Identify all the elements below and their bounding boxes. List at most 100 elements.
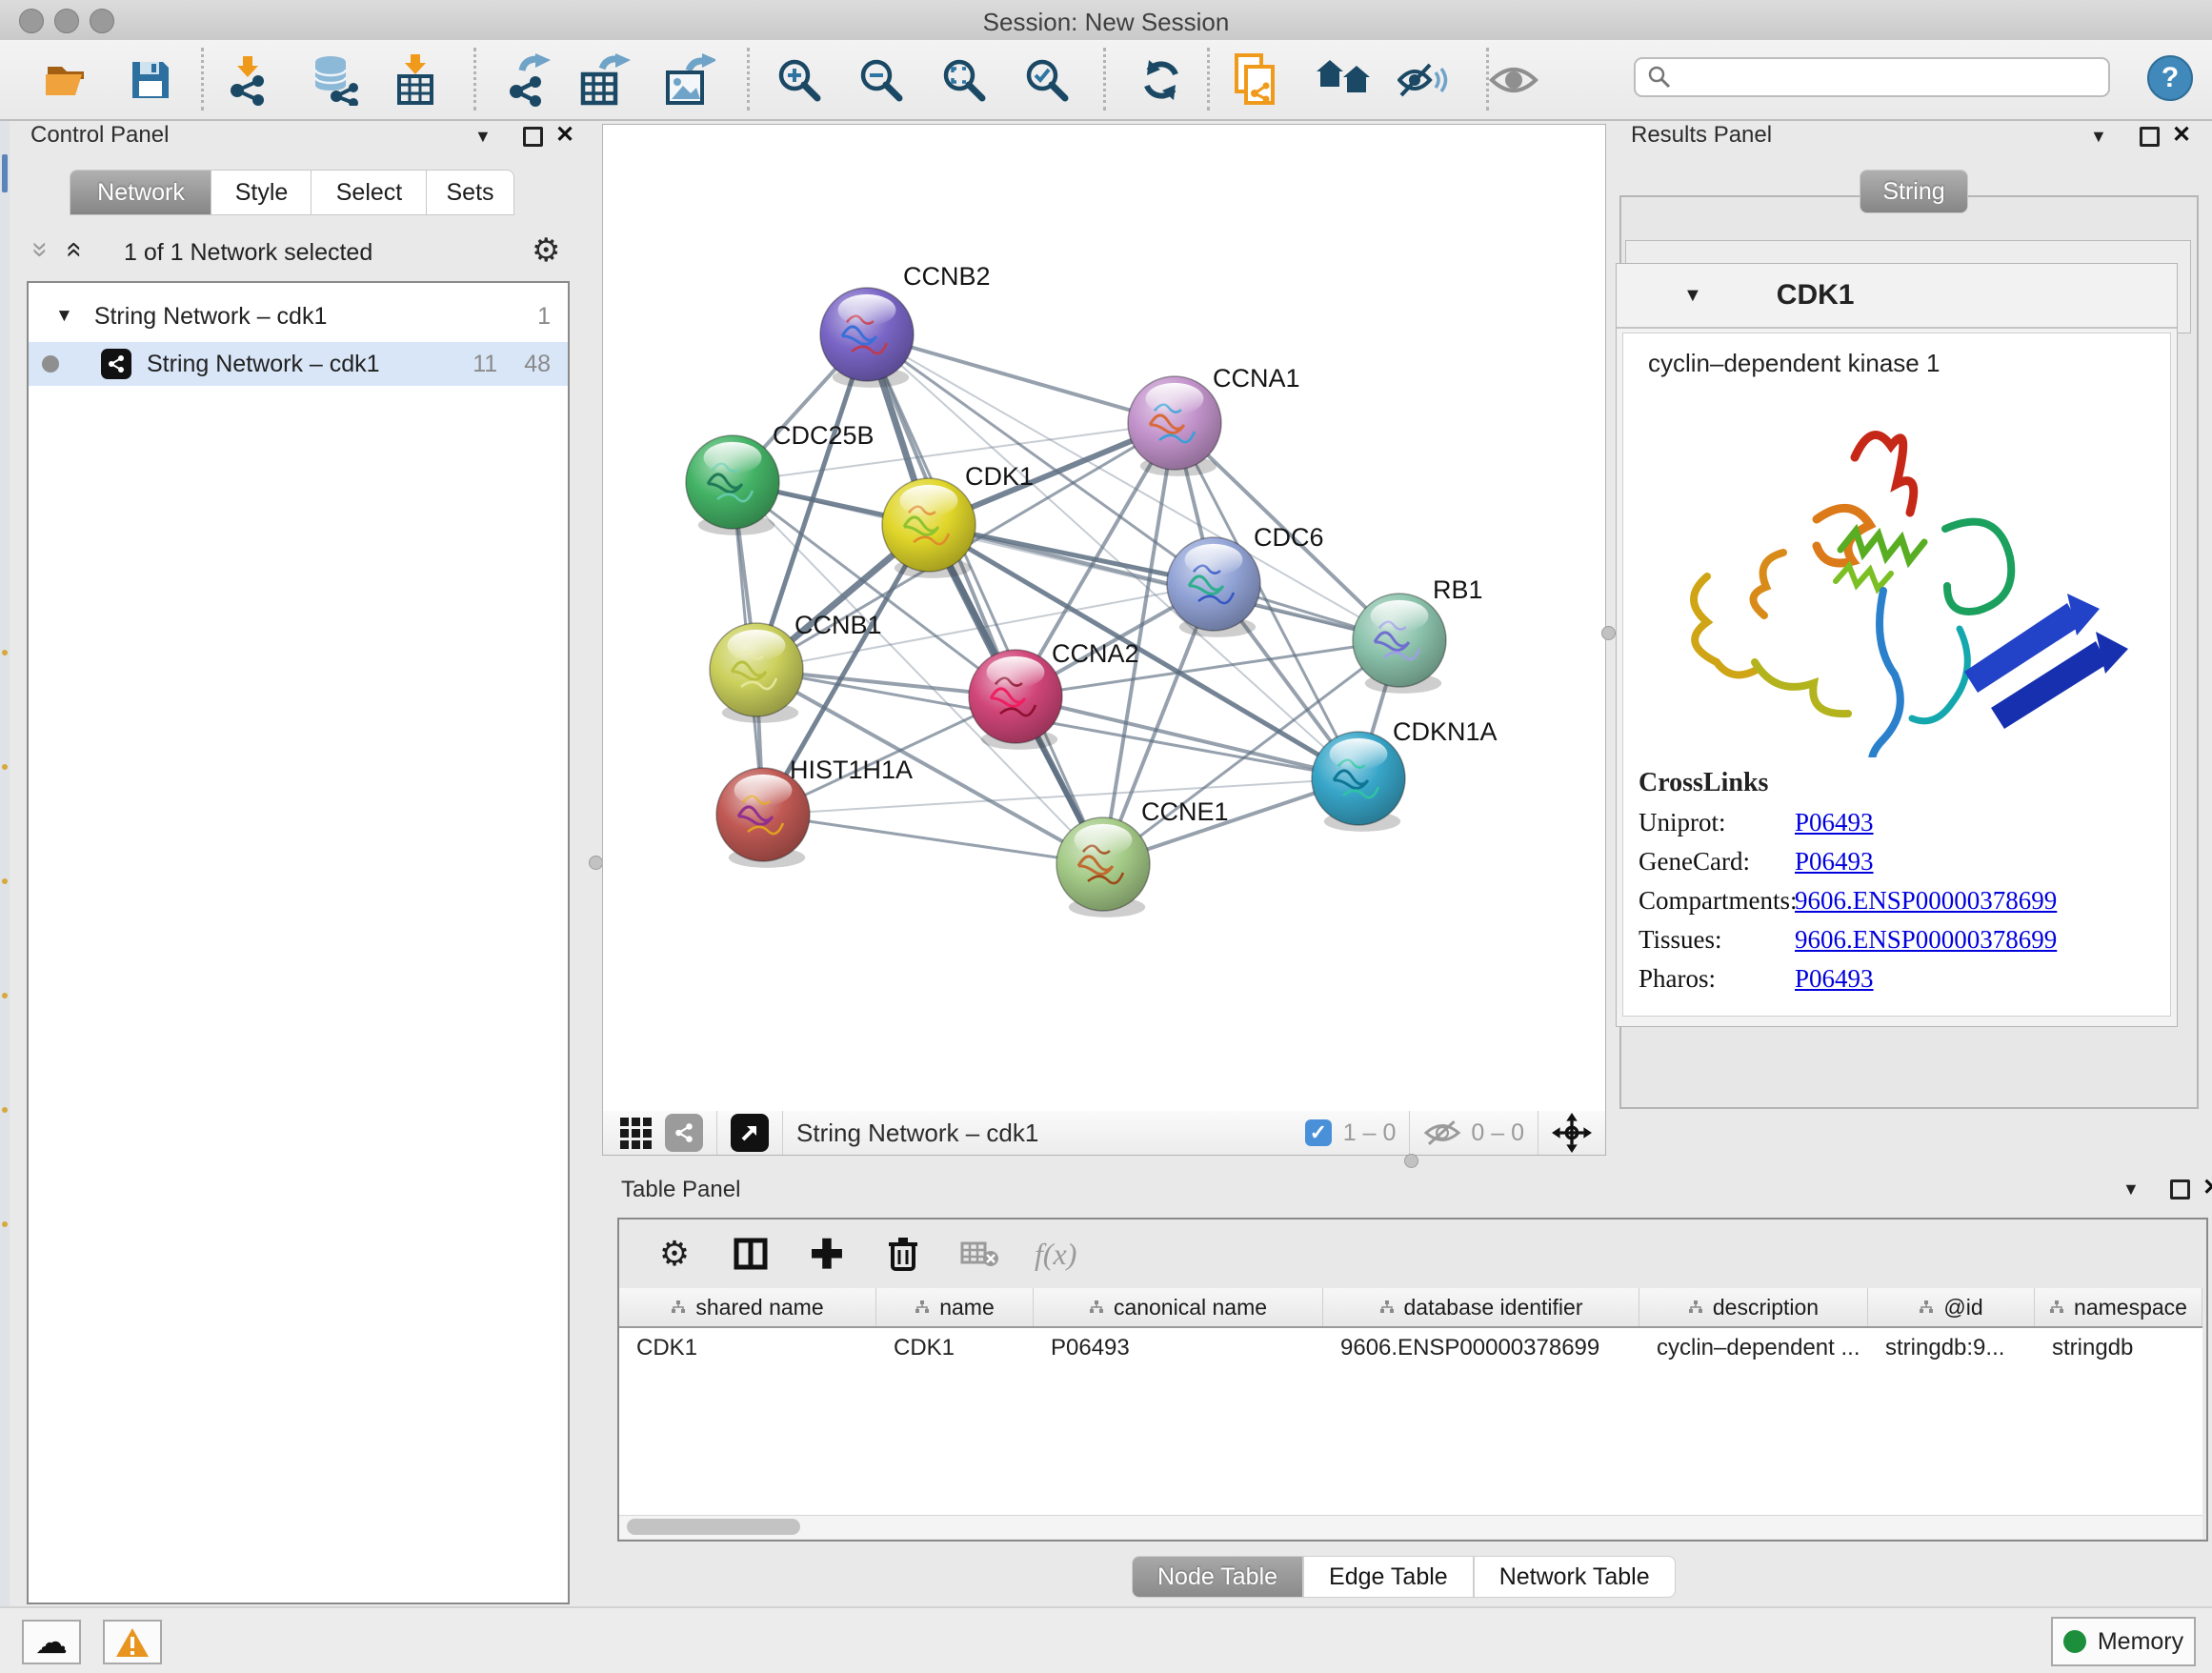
crosslink-link[interactable]: 9606.ENSP00000378699 bbox=[1795, 886, 2057, 916]
tab-node-table[interactable]: Node Table bbox=[1132, 1556, 1303, 1598]
column-header-namespace[interactable]: namespace bbox=[2035, 1288, 2202, 1326]
table-panel-close-icon[interactable]: ✕ bbox=[2202, 1177, 2212, 1199]
network-node-cdkn1a[interactable]: CDKN1A bbox=[1312, 717, 1498, 832]
open-in-browser-icon[interactable] bbox=[731, 1114, 769, 1152]
import-table-from-file-button[interactable] bbox=[389, 53, 442, 107]
tab-network[interactable]: Network bbox=[70, 170, 212, 215]
control-panel-close-icon[interactable]: ✕ bbox=[555, 124, 574, 147]
network-edge[interactable] bbox=[763, 815, 1103, 864]
table-panel-float-icon[interactable] bbox=[2170, 1179, 2190, 1199]
warnings-button[interactable] bbox=[103, 1620, 162, 1664]
results-panel-float-icon[interactable] bbox=[2140, 127, 2160, 147]
table-row[interactable]: CDK1CDK1P064939606.ENSP00000378699cyclin… bbox=[619, 1328, 2202, 1368]
control-panel-float-icon[interactable] bbox=[523, 127, 543, 147]
pan-move-icon[interactable] bbox=[1552, 1113, 1592, 1153]
collapse-all-networks-icon[interactable]: » bbox=[26, 242, 54, 258]
selected-nodes-checkbox-icon[interactable]: ✓ bbox=[1305, 1119, 1332, 1146]
show-column-panel-icon[interactable] bbox=[730, 1233, 772, 1275]
tab-string[interactable]: String bbox=[1860, 170, 1968, 213]
export-image-button[interactable] bbox=[663, 53, 716, 107]
zoom-in-button[interactable] bbox=[773, 53, 826, 107]
network-node-ccnb1[interactable]: CCNB1 bbox=[710, 611, 882, 723]
column-header-database-identifier[interactable]: database identifier bbox=[1323, 1288, 1639, 1326]
help-button[interactable]: ? bbox=[2147, 55, 2193, 101]
results-panel-close-icon[interactable]: ✕ bbox=[2172, 124, 2191, 147]
table-cell[interactable]: P06493 bbox=[1034, 1328, 1323, 1368]
node-label: CCNA1 bbox=[1213, 364, 1300, 393]
search-input[interactable] bbox=[1672, 64, 2076, 91]
delete-column-trash-icon[interactable] bbox=[882, 1233, 924, 1275]
column-header--id[interactable]: @id bbox=[1868, 1288, 2035, 1326]
network-node-rb1[interactable]: RB1 bbox=[1353, 575, 1483, 694]
table-horizontal-scrollbar[interactable] bbox=[619, 1515, 2202, 1539]
table-panel-menu-icon[interactable]: ▼ bbox=[2122, 1179, 2140, 1199]
zoom-selected-button[interactable] bbox=[1020, 53, 1074, 107]
node-table[interactable]: shared namenamecanonical namedatabase id… bbox=[619, 1288, 2202, 1515]
table-cell[interactable]: cyclin–dependent ... bbox=[1639, 1328, 1868, 1368]
save-session-button[interactable] bbox=[124, 53, 177, 107]
import-network-from-database-button[interactable] bbox=[309, 53, 362, 107]
import-network-from-file-button[interactable] bbox=[221, 53, 274, 107]
crosslink-link[interactable]: 9606.ENSP00000378699 bbox=[1795, 925, 2057, 955]
open-session-button[interactable] bbox=[41, 53, 94, 107]
tab-style[interactable]: Style bbox=[211, 170, 312, 215]
network-edge[interactable] bbox=[867, 334, 1175, 423]
crosslink-link[interactable]: P06493 bbox=[1795, 808, 1874, 837]
column-header-description[interactable]: description bbox=[1639, 1288, 1868, 1326]
column-header-shared-name[interactable]: shared name bbox=[619, 1288, 876, 1326]
tab-select[interactable]: Select bbox=[311, 170, 428, 215]
export-network-button[interactable] bbox=[503, 53, 556, 107]
table-cell[interactable]: CDK1 bbox=[619, 1328, 876, 1368]
toolbar-separator bbox=[1207, 48, 1210, 111]
tab-edge-table[interactable]: Edge Table bbox=[1303, 1556, 1474, 1598]
table-cell[interactable]: 9606.ENSP00000378699 bbox=[1323, 1328, 1639, 1368]
gene-disclosure-icon[interactable]: ▼ bbox=[1683, 285, 1702, 307]
birds-eye-view-icon[interactable] bbox=[620, 1118, 652, 1149]
clone-network-button[interactable] bbox=[1229, 53, 1282, 107]
network-edge[interactable] bbox=[929, 525, 1399, 640]
string-tab-icon[interactable] bbox=[665, 1114, 703, 1152]
crosslink-link[interactable]: P06493 bbox=[1795, 847, 1874, 877]
scrollbar-thumb[interactable] bbox=[627, 1519, 800, 1535]
network-node-cdc6[interactable]: CDC6 bbox=[1167, 523, 1324, 637]
network-node-count: 11 bbox=[473, 351, 497, 378]
network-collection-row[interactable]: ▼ String Network – cdk1 1 bbox=[29, 294, 568, 338]
crosslink-label: Tissues: bbox=[1639, 925, 1795, 955]
left-splitter-handle[interactable] bbox=[589, 856, 603, 870]
table-cell[interactable]: stringdb bbox=[2035, 1328, 2202, 1368]
zoom-out-button[interactable] bbox=[855, 53, 908, 107]
window-title: Session: New Session bbox=[0, 8, 2212, 37]
add-column-plus-icon[interactable]: ✚ bbox=[806, 1233, 848, 1275]
search-icon bbox=[1647, 65, 1672, 90]
refresh-icon bbox=[1137, 56, 1185, 104]
column-header-name[interactable]: name bbox=[876, 1288, 1034, 1326]
crosslink-link[interactable]: P06493 bbox=[1795, 964, 1874, 994]
zoom-fit-button[interactable] bbox=[937, 53, 991, 107]
hide-selected-button[interactable] bbox=[1397, 53, 1450, 107]
network-canvas[interactable]: CCNB2CCNA1CDC25BCDK1CDC6RB1CCNB1CCNA2CDK… bbox=[602, 124, 1606, 1112]
column-header-canonical-name[interactable]: canonical name bbox=[1034, 1288, 1323, 1326]
export-table-button[interactable] bbox=[578, 53, 632, 107]
expand-all-networks-icon[interactable]: « bbox=[60, 242, 89, 258]
network-row[interactable]: String Network – cdk1 11 48 bbox=[29, 342, 568, 386]
delete-table-icon[interactable] bbox=[958, 1233, 1000, 1275]
results-panel-menu-icon[interactable]: ▼ bbox=[2090, 127, 2107, 147]
table-settings-gear-icon[interactable]: ⚙ bbox=[654, 1233, 695, 1275]
network-options-gear-icon[interactable]: ⚙ bbox=[532, 232, 560, 270]
network-edge[interactable] bbox=[867, 334, 1103, 864]
apply-preferred-layout-button[interactable] bbox=[1135, 53, 1188, 107]
zoom-out-icon bbox=[856, 55, 906, 105]
eye-slash-icon bbox=[1398, 59, 1449, 101]
first-neighbors-button[interactable] bbox=[1317, 53, 1370, 107]
table-cell[interactable]: CDK1 bbox=[876, 1328, 1034, 1368]
collection-disclosure-icon[interactable]: ▼ bbox=[55, 306, 73, 327]
show-all-button[interactable] bbox=[1487, 53, 1540, 107]
tab-sets[interactable]: Sets bbox=[426, 170, 514, 215]
cloud-status-button[interactable]: ☁ bbox=[22, 1620, 81, 1664]
tab-network-table[interactable]: Network Table bbox=[1474, 1556, 1676, 1598]
table-cell[interactable]: stringdb:9... bbox=[1868, 1328, 2035, 1368]
memory-button[interactable]: Memory bbox=[2051, 1617, 2196, 1666]
function-builder-icon[interactable]: f(x) bbox=[1035, 1233, 1076, 1275]
control-panel-menu-icon[interactable]: ▼ bbox=[474, 127, 492, 147]
gene-section-header[interactable]: ▼ CDK1 bbox=[1617, 264, 2177, 329]
